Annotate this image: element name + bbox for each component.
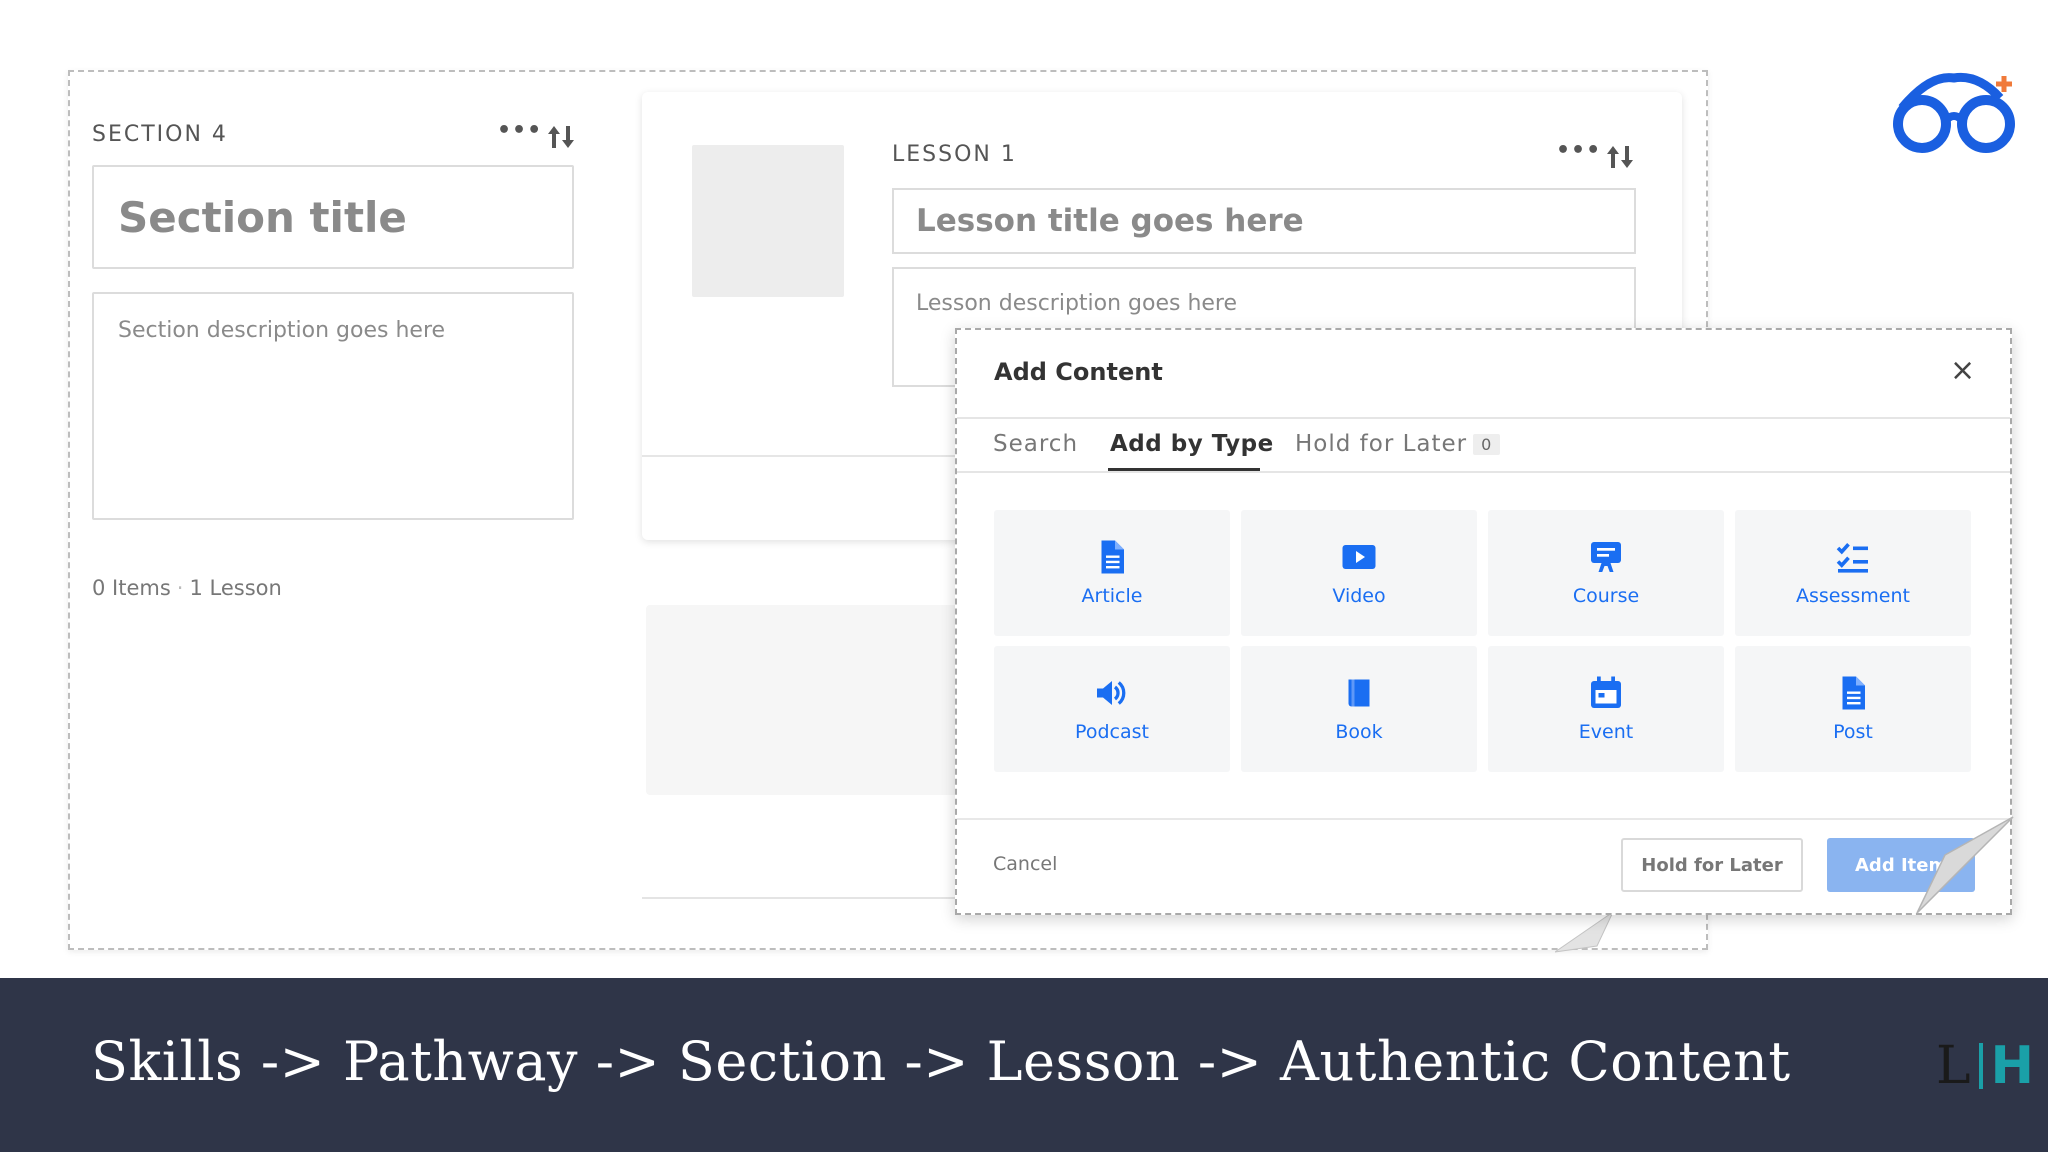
lesson-thumbnail[interactable] [692,145,844,297]
content-type-post[interactable]: Post [1735,646,1971,772]
course-icon [1591,542,1621,572]
lh-logo-divider [1978,1043,1983,1089]
banner-caption: Skills -> Pathway -> Section -> Lesson -… [91,1030,1791,1093]
placeholder-line [642,897,962,899]
modal-footer-divider [957,818,2010,820]
lesson-label: LESSON 1 [892,142,1017,167]
lesson-title-input[interactable]: Lesson title goes here [892,188,1636,254]
content-type-course[interactable]: Course [1488,510,1724,636]
content-type-podcast[interactable]: Podcast [994,646,1230,772]
hold-for-later-button[interactable]: Hold for Later [1621,838,1803,892]
content-type-label: Course [1572,585,1640,607]
content-type-video[interactable]: Video [1241,510,1477,636]
event-icon [1591,676,1621,708]
section-description-input[interactable]: Section description goes here [92,292,574,520]
content-type-label: Video [1332,585,1386,607]
close-icon[interactable]: × [1950,356,1975,386]
podcast-icon [1097,681,1126,705]
section-sort-icon[interactable] [546,124,576,150]
content-type-label: Post [1833,721,1873,743]
content-type-assessment[interactable]: Assessment [1735,510,1971,636]
tabs-divider [957,471,2010,473]
section-items-count: 0 Items [92,576,171,600]
section-meta: 0 Items · 1 Lesson [92,576,282,600]
glasses-logo-icon [1893,72,2015,153]
section-title-input[interactable]: Section title [92,165,574,269]
section-label: SECTION 4 [92,122,228,147]
content-type-article[interactable]: Article [994,510,1230,636]
modal-header-divider [957,417,2010,419]
meta-separator: · [176,576,184,600]
section-lessons-count: 1 Lesson [189,576,282,600]
page-curl-decoration [1555,912,1614,953]
tab-hold-for-later-label: Hold for Later [1295,431,1468,457]
hold-count-badge: 0 [1473,434,1501,455]
cancel-button[interactable]: Cancel [993,853,1057,875]
tab-hold-for-later[interactable]: Hold for Later 0 [1295,431,1501,457]
lh-logo-h: H [1990,1036,2035,1096]
content-type-label: Event [1578,721,1634,743]
placeholder-block [646,605,976,795]
lh-logo: L H [1936,1036,2034,1096]
content-type-event[interactable]: Event [1488,646,1724,772]
book-icon [1348,679,1370,707]
post-icon [1842,676,1865,710]
section-more-icon[interactable]: ••• [497,118,542,143]
content-type-book[interactable]: Book [1241,646,1477,772]
tab-search[interactable]: Search [993,431,1078,457]
lesson-sort-icon[interactable] [1605,144,1635,170]
tab-add-by-type[interactable]: Add by Type [1110,431,1274,457]
article-icon [1101,540,1124,574]
content-type-label: Podcast [1075,721,1149,743]
modal-page-curl-decoration [1916,816,2014,914]
content-type-label: Assessment [1796,585,1910,607]
assessment-icon [1836,543,1868,573]
content-type-label: Article [1081,585,1143,607]
modal-title: Add Content [994,358,1163,386]
lesson-more-icon[interactable]: ••• [1556,138,1601,163]
active-tab-indicator [1108,468,1260,471]
lh-logo-l: L [1936,1036,1971,1096]
video-icon [1342,545,1376,569]
content-type-label: Book [1335,721,1383,743]
